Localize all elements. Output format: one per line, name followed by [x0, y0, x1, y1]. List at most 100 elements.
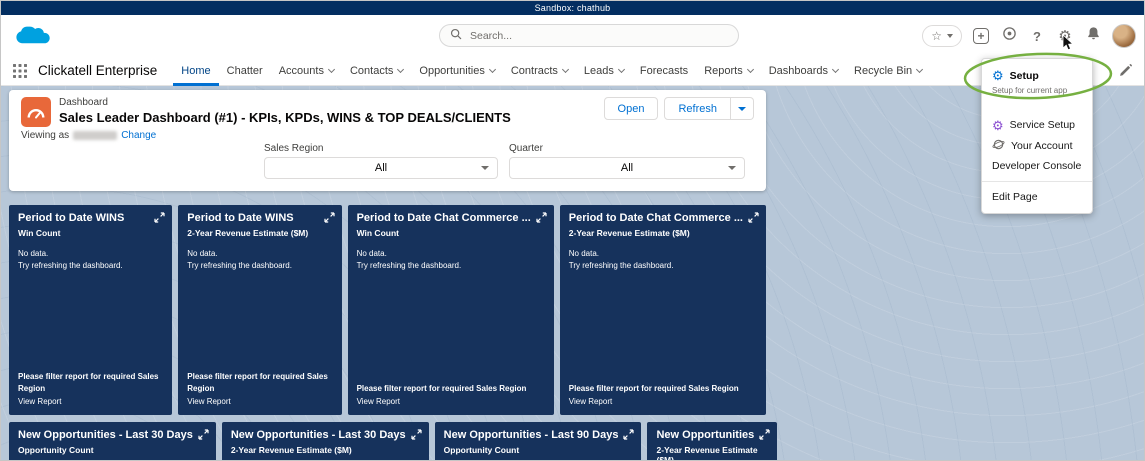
service-setup-gear-icon: ⚙	[992, 119, 1004, 132]
viewing-as-label: Viewing as	[21, 130, 69, 141]
edit-page-pencil-icon[interactable]	[1118, 64, 1132, 78]
app-launcher-icon[interactable]	[13, 64, 27, 78]
menu-spacer	[982, 100, 1092, 116]
expand-icon[interactable]	[623, 429, 634, 440]
refresh-button[interactable]: Refresh	[664, 97, 731, 120]
dashboard-filters: Sales Region All Quarter All	[21, 143, 754, 181]
global-actions-button[interactable]: +	[972, 27, 990, 45]
setup-sublabel: Setup for current app	[982, 85, 1092, 100]
tile-chat-commerce-count: Period to Date Chat Commerce ... Win Cou…	[348, 205, 554, 415]
menu-item-service-setup[interactable]: ⚙ Service Setup	[982, 116, 1092, 135]
tile-subtitle: Win Count	[357, 228, 545, 238]
tile-title: New Opportunities	[656, 429, 768, 443]
expand-icon[interactable]	[324, 212, 335, 223]
tile-no-data-text: No data.	[187, 248, 332, 260]
salesforce-logo	[15, 23, 51, 53]
chevron-down-icon	[916, 65, 923, 72]
tab-label: Contracts	[511, 65, 558, 77]
tile-no-data-text: No data.	[357, 248, 545, 260]
view-report-link[interactable]: View Report	[187, 396, 332, 408]
app-name: Clickatell Enterprise	[38, 63, 157, 78]
tab-opportunities[interactable]: Opportunities	[411, 56, 502, 86]
your-account-orbit-icon	[992, 138, 1005, 154]
app-nav-bar: Clickatell Enterprise Home Chatter Accou…	[1, 56, 1144, 86]
menu-item-your-account[interactable]: Your Account	[982, 135, 1092, 157]
question-icon: ?	[1033, 29, 1041, 44]
quarter-select[interactable]: All	[509, 157, 745, 179]
menu-item-developer-console[interactable]: Developer Console	[982, 157, 1092, 175]
filter-label-sales-region: Sales Region	[264, 143, 498, 154]
sales-region-select[interactable]: All	[264, 157, 498, 179]
tile-filter-note: Please filter report for required Sales …	[187, 371, 332, 396]
tab-leads[interactable]: Leads	[576, 56, 632, 86]
tile-refresh-hint: Try refreshing the dashboard.	[357, 260, 545, 272]
tile-title: New Opportunities - Last 30 Days	[18, 429, 207, 443]
tile-subtitle: 2-Year Revenue Estimate ($M)	[569, 228, 757, 238]
chevron-down-icon	[618, 65, 625, 72]
tile-new-opps-90d-count: New Opportunities - Last 90 Days Opportu…	[435, 422, 642, 460]
menu-item-label: Service Setup	[1010, 119, 1075, 131]
tab-reports[interactable]: Reports	[696, 56, 761, 86]
filter-label-quarter: Quarter	[509, 143, 745, 154]
menu-item-setup[interactable]: ⚙ Setup	[982, 66, 1092, 85]
setup-gear-button[interactable]: ⚙	[1056, 27, 1074, 45]
tile-subtitle: Opportunity Count	[18, 445, 207, 455]
menu-item-edit-page[interactable]: Edit Page	[982, 188, 1092, 206]
tile-new-opps-revenue: New Opportunities 2-Year Revenue Estimat…	[647, 422, 777, 460]
dashboard-entity-icon	[21, 97, 51, 127]
tab-home[interactable]: Home	[173, 56, 218, 86]
expand-icon[interactable]	[198, 429, 209, 440]
tab-recycle-bin[interactable]: Recycle Bin	[846, 56, 930, 86]
tab-dashboards[interactable]: Dashboards	[761, 56, 846, 86]
expand-icon[interactable]	[536, 212, 547, 223]
tile-title: Period to Date Chat Commerce ...	[569, 212, 757, 226]
search-input[interactable]	[468, 29, 728, 43]
change-viewer-link[interactable]: Change	[121, 130, 156, 141]
tab-label: Contacts	[350, 65, 393, 77]
expand-icon[interactable]	[411, 429, 422, 440]
guidance-center-button[interactable]	[1000, 27, 1018, 45]
view-report-link[interactable]: View Report	[18, 396, 163, 408]
tile-refresh-hint: Try refreshing the dashboard.	[569, 260, 757, 272]
tab-contracts[interactable]: Contracts	[503, 56, 576, 86]
menu-item-label: Developer Console	[992, 160, 1081, 172]
expand-icon[interactable]	[748, 212, 759, 223]
tile-no-data-text: No data.	[18, 248, 163, 260]
tab-label: Dashboards	[769, 65, 828, 77]
favorites-button[interactable]: ☆	[922, 25, 962, 47]
entity-label: Dashboard	[59, 97, 511, 110]
plus-icon: +	[973, 28, 989, 44]
tile-chat-commerce-revenue: Period to Date Chat Commerce ... 2-Year …	[560, 205, 766, 415]
expand-icon[interactable]	[759, 429, 770, 440]
dashboard-title: Sales Leader Dashboard (#1) - KPIs, KPDs…	[59, 110, 511, 126]
help-button[interactable]: ?	[1028, 27, 1046, 45]
tile-title: New Opportunities - Last 30 Days	[231, 429, 420, 443]
sandbox-bar: Sandbox: chathub	[1, 1, 1144, 15]
tab-contacts[interactable]: Contacts	[342, 56, 411, 86]
more-actions-button[interactable]	[731, 97, 754, 120]
view-report-link[interactable]: View Report	[569, 396, 757, 408]
tab-chatter[interactable]: Chatter	[219, 56, 271, 86]
tile-subtitle: 2-Year Revenue Estimate ($M)	[187, 228, 332, 238]
tile-title: Period to Date WINS	[18, 212, 163, 226]
notifications-button[interactable]	[1084, 27, 1102, 45]
global-header: ☆ + ? ⚙	[1, 15, 1144, 56]
open-button[interactable]: Open	[604, 97, 659, 120]
tab-accounts[interactable]: Accounts	[271, 56, 342, 86]
tab-label: Accounts	[279, 65, 324, 77]
global-search[interactable]	[439, 24, 739, 47]
tab-forecasts[interactable]: Forecasts	[632, 56, 696, 86]
bell-icon	[1086, 26, 1101, 46]
menu-item-label: Setup	[1010, 70, 1039, 82]
tile-title: New Opportunities - Last 90 Days	[444, 429, 633, 443]
filter-value: All	[621, 162, 633, 174]
avatar[interactable]	[1112, 24, 1136, 48]
expand-icon[interactable]	[154, 212, 165, 223]
tab-label: Opportunities	[419, 65, 484, 77]
tab-label: Recycle Bin	[854, 65, 912, 77]
dashboard-content-area: Dashboard Sales Leader Dashboard (#1) - …	[1, 86, 1144, 460]
view-report-link[interactable]: View Report	[357, 396, 545, 408]
tile-period-wins-revenue: Period to Date WINS 2-Year Revenue Estim…	[178, 205, 341, 415]
chevron-down-icon	[947, 34, 953, 38]
chevron-down-icon	[328, 65, 335, 72]
